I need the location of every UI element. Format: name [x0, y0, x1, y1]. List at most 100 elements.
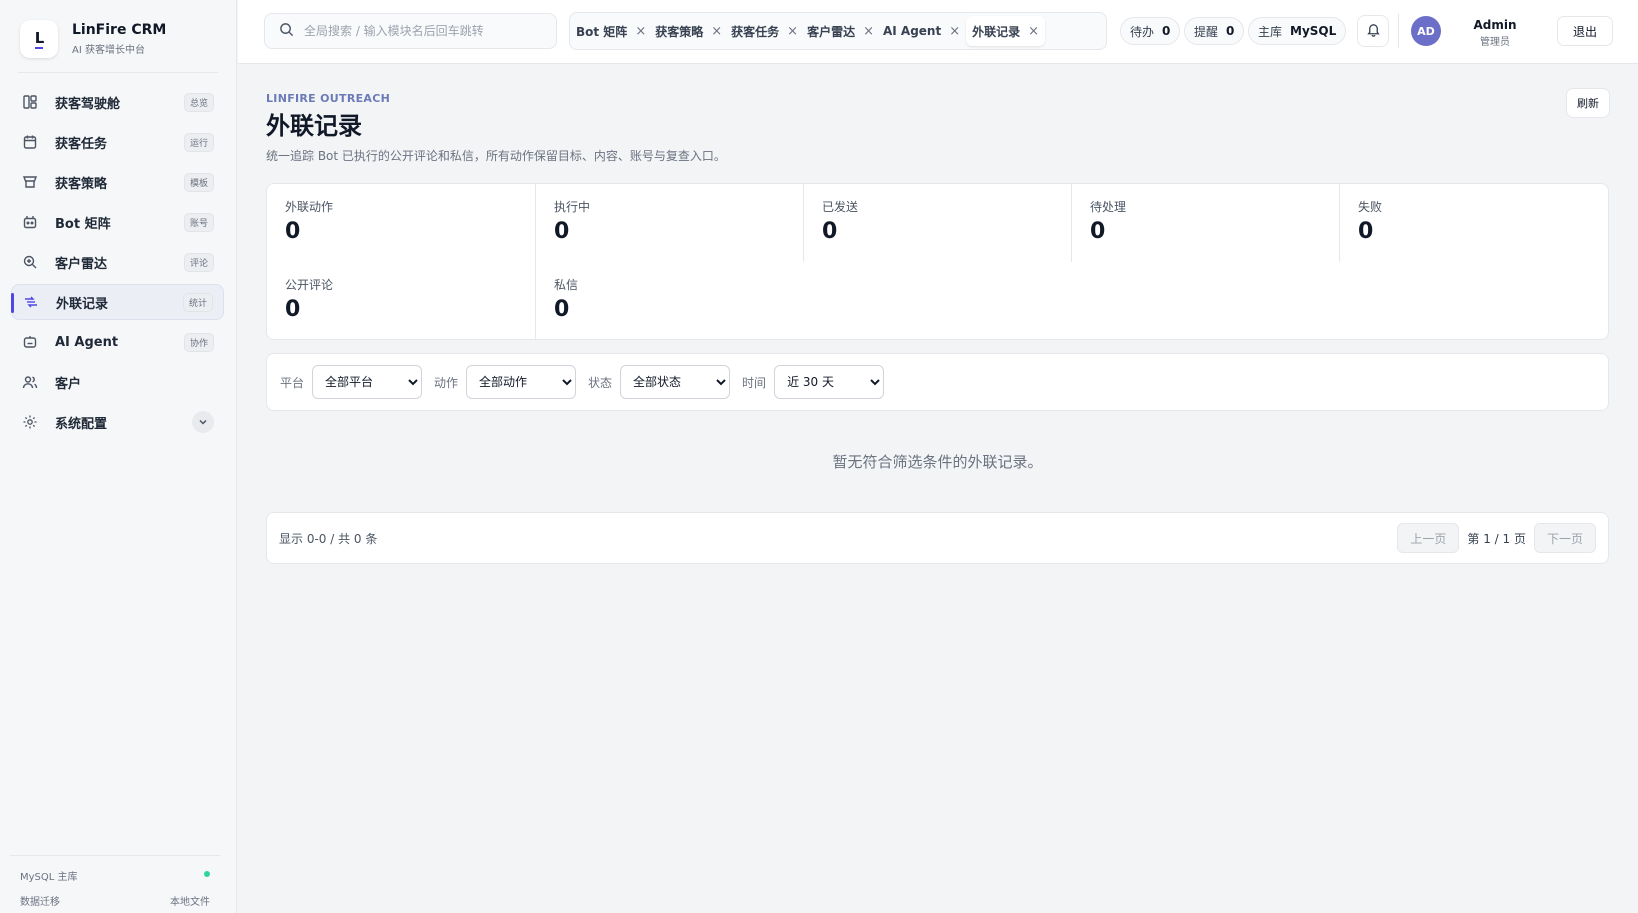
page-eyebrow: LINFIRE OUTREACH	[266, 92, 391, 105]
sidebar-item-label: 客户	[55, 376, 82, 392]
close-icon[interactable]: ×	[949, 24, 960, 39]
stat-card: 待处理 0	[1071, 184, 1339, 262]
local-file-link[interactable]: 本地文件	[170, 893, 210, 908]
dashboard-icon	[21, 93, 39, 111]
users-icon	[21, 373, 39, 391]
sidebar-item-outreach[interactable]: 外联记录 统计	[11, 284, 224, 320]
time-filter-label: 时间	[742, 375, 767, 390]
chevron-down-icon[interactable]	[192, 411, 214, 433]
sidebar-item-strategy[interactable]: 获客策略 模板	[11, 164, 224, 200]
sidebar-item-badge: 账号	[183, 212, 214, 232]
sidebar-item-label: 获客策略	[55, 176, 108, 192]
status-dot	[204, 871, 210, 877]
robot-icon	[21, 213, 39, 231]
sidebar-item-label: 获客驾驶舱	[55, 96, 121, 112]
stat-value: 0	[554, 297, 570, 322]
sidebar-item-dashboard[interactable]: 获客驾驶舱 总览	[11, 84, 224, 120]
db-label: 主库	[1258, 24, 1283, 39]
close-icon[interactable]: ×	[1028, 24, 1039, 39]
reminder-count: 0	[1226, 24, 1235, 38]
close-icon[interactable]: ×	[635, 24, 646, 39]
tab-tasks[interactable]: 获客任务 ×	[728, 16, 798, 46]
sidebar-item-tasks[interactable]: 获客任务 运行	[11, 124, 224, 160]
sidebar-item-badge: 协作	[183, 332, 214, 352]
global-search[interactable]	[264, 13, 557, 49]
radar-icon	[21, 253, 39, 271]
user-info[interactable]: Admin 管理员	[1460, 18, 1530, 48]
todo-label: 待办	[1130, 24, 1155, 39]
reminder-label: 提醒	[1194, 24, 1219, 39]
brand-name: LinFire CRM	[72, 22, 167, 38]
action-filter-label: 动作	[434, 375, 459, 390]
data-migration-link[interactable]: 数据迁移	[20, 893, 60, 908]
prev-page-button[interactable]: 上一页	[1397, 523, 1460, 553]
todo-pill[interactable]: 待办 0	[1120, 17, 1181, 45]
tab-label: 外联记录	[972, 24, 1021, 39]
stat-value: 0	[1358, 219, 1374, 244]
page-indicator: 第 1 / 1 页	[1467, 531, 1526, 546]
tab-label: 客户雷达	[807, 24, 856, 39]
db-pill[interactable]: 主库 MySQL	[1248, 17, 1347, 45]
refresh-button[interactable]: 刷新	[1566, 88, 1610, 118]
avatar[interactable]: AD	[1411, 16, 1441, 46]
divider	[18, 72, 218, 73]
notification-button[interactable]	[1357, 15, 1389, 47]
stat-card: 已发送 0	[803, 184, 1071, 262]
sidebar-item-label: 系统配置	[55, 416, 108, 432]
topbar: Bot 矩阵 × 获客策略 × 获客任务 × 客户雷达 × AI Agent ×…	[238, 0, 1638, 64]
brand-subtitle: AI 获客增长中台	[72, 45, 145, 56]
pagination: 显示 0-0 / 共 0 条 上一页 第 1 / 1 页 下一页	[266, 512, 1609, 564]
platform-filter-label: 平台	[280, 375, 305, 390]
tab-ai-agent[interactable]: AI Agent ×	[880, 16, 960, 46]
sidebar-item-customers[interactable]: 客户	[11, 364, 224, 400]
stat-card: 失败 0	[1339, 184, 1607, 262]
tab-label: AI Agent	[882, 24, 942, 38]
filter-bar: 平台 全部平台 动作 全部动作 状态 全部状态 时间 近 30 天	[266, 353, 1609, 411]
gear-icon	[21, 413, 39, 431]
sidebar-item-label: Bot 矩阵	[55, 216, 111, 232]
platform-select[interactable]: 全部平台	[312, 365, 423, 399]
reminder-pill[interactable]: 提醒 0	[1184, 17, 1245, 45]
close-icon[interactable]: ×	[787, 24, 798, 39]
main-content: LINFIRE OUTREACH 外联记录 统一追踪 Bot 已执行的公开评论和…	[238, 64, 1638, 913]
time-select[interactable]: 近 30 天	[774, 365, 885, 399]
tab-bot-matrix[interactable]: Bot 矩阵 ×	[573, 16, 646, 46]
stat-label: 私信	[554, 278, 579, 292]
close-icon[interactable]: ×	[863, 24, 874, 39]
db-value: MySQL	[1290, 24, 1337, 38]
action-select[interactable]: 全部动作	[466, 365, 577, 399]
sidebar-item-ai-agent[interactable]: AI Agent 协作	[11, 324, 224, 360]
tab-strategy[interactable]: 获客策略 ×	[652, 16, 722, 46]
stat-label: 公开评论	[285, 278, 334, 292]
stat-value: 0	[285, 297, 301, 322]
stat-label: 执行中	[554, 200, 591, 214]
close-icon[interactable]: ×	[711, 24, 722, 39]
outreach-icon	[22, 293, 40, 311]
todo-count: 0	[1162, 24, 1171, 38]
stat-card: 外联动作 0	[267, 184, 535, 262]
status-select[interactable]: 全部状态	[620, 365, 731, 399]
sidebar-item-radar[interactable]: 客户雷达 评论	[11, 244, 224, 280]
bell-icon	[1366, 22, 1381, 41]
stat-label: 已发送	[822, 200, 859, 214]
tab-radar[interactable]: 客户雷达 ×	[804, 16, 874, 46]
stat-value: 0	[554, 219, 570, 244]
tab-outreach[interactable]: 外联记录 ×	[966, 16, 1046, 46]
sidebar-item-bot-matrix[interactable]: Bot 矩阵 账号	[11, 204, 224, 240]
pagination-info: 显示 0-0 / 共 0 条	[279, 531, 378, 546]
next-page-button[interactable]: 下一页	[1534, 523, 1596, 553]
sidebar-item-badge: 模板	[183, 172, 214, 192]
sidebar-item-settings[interactable]: 系统配置	[11, 404, 224, 440]
sidebar-item-badge: 统计	[182, 292, 213, 312]
brand[interactable]: L LinFire CRM AI 获客增长中台	[20, 20, 166, 58]
status-filter-label: 状态	[588, 375, 613, 390]
empty-state: 暂无符合筛选条件的外联记录。	[832, 453, 1043, 471]
page-description: 统一追踪 Bot 已执行的公开评论和私信，所有动作保留目标、内容、账号与复查入口…	[266, 149, 726, 163]
stat-label: 失败	[1358, 200, 1383, 214]
page-title: 外联记录	[266, 112, 362, 140]
sidebar-item-badge: 运行	[183, 132, 214, 152]
logout-button[interactable]: 退出	[1557, 16, 1613, 46]
sidebar: L LinFire CRM AI 获客增长中台 获客驾驶舱 总览 获客任务 运行…	[0, 0, 237, 913]
search-input[interactable]	[304, 24, 544, 38]
divider	[1398, 14, 1399, 48]
